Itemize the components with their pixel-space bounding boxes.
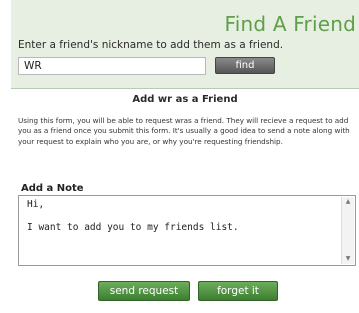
send-request-button[interactable]: send request xyxy=(98,281,190,301)
find-button[interactable]: find xyxy=(215,57,275,74)
scroll-up-arrow-icon[interactable]: ▲ xyxy=(342,197,354,207)
note-scrollbar[interactable]: ▲ ▼ xyxy=(341,197,354,264)
note-text[interactable]: Hi, I want to add you to my friends list… xyxy=(27,199,337,234)
page-title: Find A Friend xyxy=(224,12,356,36)
note-textarea[interactable]: Hi, I want to add you to my friends list… xyxy=(18,195,356,266)
add-note-label: Add a Note xyxy=(21,183,84,194)
nickname-input[interactable] xyxy=(18,57,206,75)
add-friend-heading: Add wr as a Friend xyxy=(132,94,238,105)
scroll-down-arrow-icon[interactable]: ▼ xyxy=(342,254,354,264)
section-divider xyxy=(11,88,359,89)
request-description: Using this form, you will be able to req… xyxy=(18,116,350,146)
forget-it-button[interactable]: forget it xyxy=(198,281,278,301)
nickname-instruction: Enter a friend's nickname to add them as… xyxy=(18,39,284,51)
